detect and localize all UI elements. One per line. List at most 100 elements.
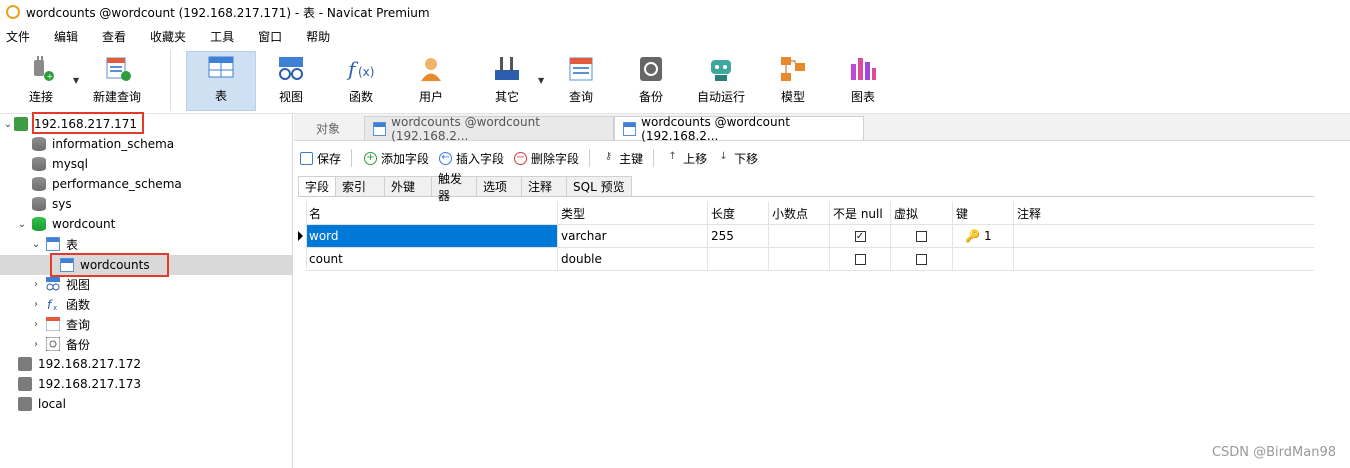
field-comment-cell[interactable] xyxy=(1014,225,1314,247)
tab-wordcounts-2[interactable]: wordcounts @wordcount (192.168.2... xyxy=(614,115,864,143)
not-null-checkbox[interactable] xyxy=(854,253,866,265)
save-button[interactable]: 保存 xyxy=(300,150,341,167)
chevron-right-icon[interactable]: › xyxy=(30,279,42,290)
chart-button[interactable]: 图表 xyxy=(832,51,894,111)
chevron-down-icon[interactable]: ⌄ xyxy=(2,119,14,130)
field-decimals-cell[interactable] xyxy=(769,248,830,270)
field-type-cell[interactable]: varchar xyxy=(558,225,708,247)
tree-tables-node[interactable]: ⌄ 表 xyxy=(30,234,78,254)
insert-field-button[interactable]: ← 插入字段 xyxy=(439,150,504,167)
key-cell[interactable]: 🔑 1 xyxy=(953,225,1014,247)
menu-help[interactable]: 帮助 xyxy=(306,28,330,45)
tree-queries-node[interactable]: › 查询 xyxy=(30,314,90,334)
new-query-button[interactable]: 新建查询 xyxy=(86,51,148,111)
subtab-options[interactable]: 选项 xyxy=(476,176,523,196)
column-header-key[interactable]: 键 xyxy=(953,202,1014,224)
column-header-comment[interactable]: 注释 xyxy=(1014,202,1314,224)
menu-view[interactable]: 查看 xyxy=(102,28,126,45)
menu-edit[interactable]: 编辑 xyxy=(54,28,78,45)
chevron-right-icon[interactable]: › xyxy=(30,319,42,330)
subtab-triggers[interactable]: 触发器 xyxy=(431,172,478,203)
model-icon xyxy=(778,54,808,84)
toolbar-divider xyxy=(351,149,353,167)
tree-connection-172[interactable]: 192.168.217.172 xyxy=(18,354,141,374)
tab-wordcounts-1[interactable]: wordcounts @wordcount (192.168.2... xyxy=(364,115,614,143)
virtual-checkbox[interactable] xyxy=(916,253,927,265)
menu-favorites[interactable]: 收藏夹 xyxy=(150,28,186,45)
column-header-not-null[interactable]: 不是 null xyxy=(830,202,891,224)
menu-window[interactable]: 窗口 xyxy=(258,28,282,45)
tree-views-node[interactable]: › 视图 xyxy=(30,274,90,294)
table-button[interactable]: 表 xyxy=(186,51,256,111)
subtab-foreign-keys[interactable]: 外键 xyxy=(384,176,433,196)
database-icon xyxy=(32,197,46,211)
add-field-button[interactable]: + 添加字段 xyxy=(364,150,429,167)
column-header-virtual[interactable]: 虚拟 xyxy=(891,202,953,224)
field-decimals-cell[interactable] xyxy=(769,225,830,247)
tree-db-wordcount[interactable]: ⌄ wordcount xyxy=(16,214,115,234)
move-down-button[interactable]: ↓ 下移 xyxy=(717,150,758,167)
svg-text:(x): (x) xyxy=(358,65,374,79)
model-button[interactable]: 模型 xyxy=(762,51,824,111)
move-up-button[interactable]: ↑ 上移 xyxy=(666,150,707,167)
menu-tools[interactable]: 工具 xyxy=(210,28,234,45)
not-null-cell[interactable]: ✓ xyxy=(830,225,891,247)
not-null-cell[interactable] xyxy=(830,248,891,270)
tree-db-sys[interactable]: sys xyxy=(32,194,72,214)
view-button[interactable]: 视图 xyxy=(260,51,322,111)
tab-objects[interactable]: 对象 xyxy=(308,116,348,140)
virtual-cell[interactable] xyxy=(891,248,953,270)
tree-db-performance-schema[interactable]: performance_schema xyxy=(32,174,182,194)
database-icon xyxy=(32,137,46,151)
column-header-name[interactable]: 名 xyxy=(306,202,558,224)
not-null-checkbox[interactable]: ✓ xyxy=(854,230,866,242)
tree-functions-node[interactable]: › fx 函数 xyxy=(30,294,90,314)
chevron-down-icon[interactable]: ⌄ xyxy=(16,219,28,230)
document-tabs: 对象 wordcounts @wordcount (192.168.2... w… xyxy=(294,114,1350,143)
other-button[interactable]: 其它 xyxy=(476,51,538,111)
connection-dropdown-icon[interactable]: ▼ xyxy=(73,76,79,85)
current-row-indicator-icon xyxy=(298,231,303,241)
function-button[interactable]: f (x) 函数 xyxy=(330,51,392,111)
subtab-comments[interactable]: 注释 xyxy=(521,176,568,196)
chevron-right-icon[interactable]: › xyxy=(30,339,42,350)
delete-field-button[interactable]: − 删除字段 xyxy=(514,150,579,167)
navicat-logo-icon xyxy=(6,5,20,19)
subtab-fields[interactable]: 字段 xyxy=(298,176,337,196)
field-length-cell[interactable]: 255 xyxy=(708,225,769,247)
autorun-button[interactable]: 自动运行 xyxy=(690,51,752,111)
table-icon xyxy=(46,237,60,251)
tree-connection-173[interactable]: 192.168.217.173 xyxy=(18,374,141,394)
other-dropdown-icon[interactable]: ▼ xyxy=(538,76,544,85)
connection-button[interactable]: + 连接 xyxy=(10,51,72,111)
tree-connection-local[interactable]: local xyxy=(18,394,66,414)
connection-icon xyxy=(18,377,32,391)
user-button[interactable]: 用户 xyxy=(400,51,462,111)
virtual-cell[interactable] xyxy=(891,225,953,247)
virtual-checkbox[interactable] xyxy=(916,230,927,242)
column-header-type[interactable]: 类型 xyxy=(558,202,708,224)
chevron-down-icon[interactable]: ⌄ xyxy=(30,239,42,250)
field-comment-cell[interactable] xyxy=(1014,248,1314,270)
chevron-right-icon[interactable]: › xyxy=(30,299,42,310)
table-row[interactable]: word varchar 255 ✓ 🔑 1 xyxy=(298,225,1314,248)
tree-backups-node[interactable]: › 备份 xyxy=(30,334,90,354)
field-type-cell[interactable]: double xyxy=(558,248,708,270)
tree-db-mysql[interactable]: mysql xyxy=(32,154,88,174)
table-icon xyxy=(373,121,387,136)
grid-header-row: 名 类型 长度 小数点 不是 null 虚拟 键 注释 xyxy=(306,202,1314,225)
backup-button[interactable]: 备份 xyxy=(620,51,682,111)
column-header-decimals[interactable]: 小数点 xyxy=(769,202,830,224)
subtab-indexes[interactable]: 索引 xyxy=(335,176,386,196)
key-cell[interactable] xyxy=(953,248,1014,270)
column-header-length[interactable]: 长度 xyxy=(708,202,769,224)
table-row[interactable]: count double xyxy=(306,248,1314,271)
tree-db-information-schema[interactable]: information_schema xyxy=(32,134,174,154)
field-name-cell[interactable]: count xyxy=(306,248,558,270)
subtab-sql-preview[interactable]: SQL 预览 xyxy=(566,176,632,196)
menu-file[interactable]: 文件 xyxy=(6,28,30,45)
field-length-cell[interactable] xyxy=(708,248,769,270)
query-button[interactable]: 查询 xyxy=(550,51,612,111)
primary-key-button[interactable]: ⚷ 主键 xyxy=(602,150,643,167)
field-name-cell[interactable]: word xyxy=(306,225,558,247)
